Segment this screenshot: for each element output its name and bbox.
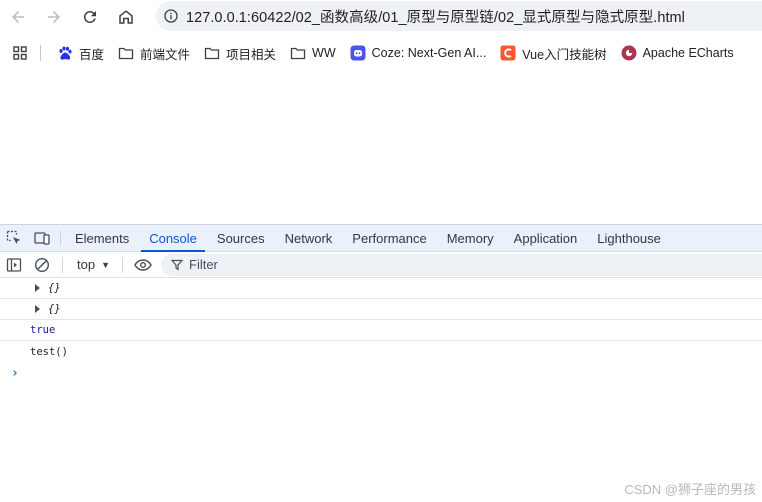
tab-label: Memory xyxy=(446,230,494,246)
show-sidebar-button[interactable] xyxy=(0,257,28,273)
tab-label: Network xyxy=(284,230,333,246)
baidu-paw-icon xyxy=(57,45,73,61)
tab-console[interactable]: Console xyxy=(139,225,207,252)
folder-icon xyxy=(118,45,134,61)
tab-label: Application xyxy=(513,230,578,246)
url-text[interactable]: 127.0.0.1:60422/02_函数高级/01_原型与原型链/02_显式原… xyxy=(186,6,685,27)
home-button[interactable] xyxy=(108,0,144,34)
console-line: test() xyxy=(0,341,762,362)
dropdown-triangle-icon: ▼ xyxy=(101,259,110,270)
console-line: true xyxy=(0,320,762,341)
browser-toolbar: 127.0.0.1:60422/02_函数高级/01_原型与原型链/02_显式原… xyxy=(0,0,762,34)
filter-placeholder: Filter xyxy=(189,257,218,272)
tab-label: Elements xyxy=(75,230,130,246)
bookmark-label: Vue入门技能树 xyxy=(522,47,607,62)
eye-icon xyxy=(134,258,152,271)
tab-label: Console xyxy=(149,230,197,246)
page-viewport xyxy=(0,74,762,224)
context-value: top xyxy=(77,257,96,272)
bookmarks-bar: 百度 前端文件 项目相关 WW Coze: Next-Gen AI... Vue… xyxy=(0,38,762,68)
device-mobile-icon xyxy=(34,232,50,245)
back-button[interactable] xyxy=(0,0,36,34)
clear-circle-slash-icon xyxy=(34,257,50,272)
sidebar-toggle-icon xyxy=(6,257,22,272)
tab-label: Sources xyxy=(216,230,265,246)
csdn-watermark: CSDN @狮子座的男孩 xyxy=(624,482,756,497)
tab-memory[interactable]: Memory xyxy=(437,225,504,251)
bookmark-folder-frontend[interactable]: 前端文件 xyxy=(112,40,198,66)
console-filter-input[interactable]: Filter xyxy=(161,253,762,276)
tab-sources[interactable]: Sources xyxy=(207,225,275,251)
console-line[interactable]: {} xyxy=(0,299,762,320)
bookmark-folder-projects[interactable]: 项目相关 xyxy=(198,40,284,66)
bookmark-label: Apache ECharts xyxy=(642,46,734,60)
expand-triangle-icon[interactable] xyxy=(35,305,40,313)
bookmark-label: WW xyxy=(312,46,336,60)
forward-button[interactable] xyxy=(36,0,72,34)
bookmark-vue-skilltree[interactable]: Vue入门技能树 xyxy=(494,40,614,66)
address-bar[interactable]: 127.0.0.1:60422/02_函数高级/01_原型与原型链/02_显式原… xyxy=(156,1,762,31)
expand-triangle-icon[interactable] xyxy=(35,284,40,292)
js-context-select[interactable]: top ▼ xyxy=(69,254,116,276)
live-expression-button[interactable] xyxy=(129,257,157,273)
tab-label: Lighthouse xyxy=(597,230,661,246)
device-toolbar-button[interactable] xyxy=(28,225,56,251)
console-value: test() xyxy=(30,345,68,358)
bookmark-folder-ww[interactable]: WW xyxy=(284,40,344,66)
tab-elements[interactable]: Elements xyxy=(65,225,139,251)
reload-icon xyxy=(83,10,96,23)
console-output: {} {} true test() › xyxy=(0,278,762,384)
csdn-c-icon xyxy=(500,45,516,61)
reload-button[interactable] xyxy=(72,0,108,34)
toolbar-divider xyxy=(62,256,63,273)
site-info-icon[interactable] xyxy=(156,1,186,31)
console-toolbar: top ▼ Filter xyxy=(0,252,762,278)
echarts-icon xyxy=(621,45,637,61)
filter-funnel-icon xyxy=(171,259,183,271)
home-icon xyxy=(119,10,133,24)
bookmark-label: 前端文件 xyxy=(140,47,191,62)
bookmark-echarts[interactable]: Apache ECharts xyxy=(615,40,742,66)
inspect-cursor-icon xyxy=(6,230,21,244)
clear-console-button[interactable] xyxy=(28,257,56,273)
toolbar-divider xyxy=(122,256,123,273)
folder-icon xyxy=(290,45,306,61)
tabbar-divider xyxy=(60,231,61,245)
arrow-left-icon xyxy=(12,11,24,23)
tab-application[interactable]: Application xyxy=(504,225,588,251)
tab-performance[interactable]: Performance xyxy=(342,225,436,251)
bookmark-label: Coze: Next-Gen AI... xyxy=(371,46,487,60)
bookmark-label: 百度 xyxy=(79,47,105,62)
apps-grid-icon[interactable] xyxy=(0,46,40,60)
console-prompt[interactable]: › xyxy=(0,362,762,384)
bookmark-coze[interactable]: Coze: Next-Gen AI... xyxy=(344,40,495,66)
prompt-chevron-icon: › xyxy=(11,365,19,381)
devtools-tabbar: Elements Console Sources Network Perform… xyxy=(0,224,762,252)
bookmark-label: 项目相关 xyxy=(226,47,277,62)
tab-lighthouse[interactable]: Lighthouse xyxy=(587,225,671,251)
console-line[interactable]: {} xyxy=(0,278,762,299)
folder-icon xyxy=(204,45,220,61)
coze-icon xyxy=(350,45,366,61)
bookmark-baidu[interactable]: 百度 xyxy=(51,40,112,66)
tab-network[interactable]: Network xyxy=(275,225,343,251)
inspect-element-button[interactable] xyxy=(0,225,28,251)
devtools-panel: Elements Console Sources Network Perform… xyxy=(0,224,762,502)
console-value: true xyxy=(30,324,56,336)
bookmarks-divider xyxy=(40,45,41,61)
arrow-right-icon xyxy=(48,11,60,23)
tab-label: Performance xyxy=(352,230,427,246)
